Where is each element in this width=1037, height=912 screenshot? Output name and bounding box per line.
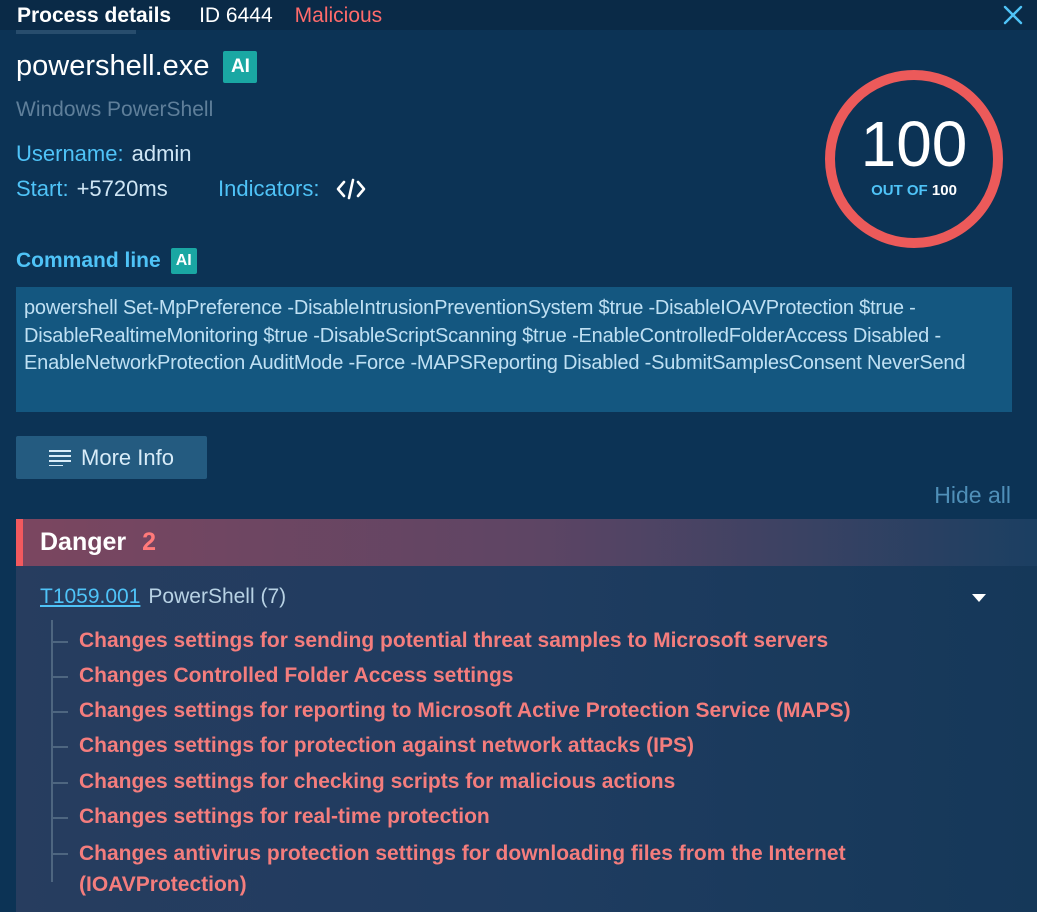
indicator-item[interactable]: Changes settings for protection against … — [51, 731, 1011, 761]
command-line-label: Command line — [16, 249, 161, 272]
tree-branch — [51, 746, 68, 748]
tree-branch — [51, 711, 68, 713]
username-label: Username: — [16, 141, 124, 166]
indicator-text: Changes settings for protection against … — [79, 734, 694, 757]
technique-row: T1059.001 PowerShell (7) — [40, 585, 286, 609]
indicator-text: Changes settings for real-time protectio… — [79, 805, 490, 828]
out-of-label: OUT OF — [871, 181, 928, 199]
tree-branch — [51, 641, 68, 643]
verdict-status: Malicious — [294, 3, 383, 27]
technique-id-link[interactable]: T1059.001 — [40, 585, 140, 609]
tree-branch — [51, 817, 68, 819]
indicators-button[interactable] — [336, 178, 366, 200]
caret-down-icon[interactable] — [972, 594, 986, 602]
scroll-shadow — [16, 30, 136, 34]
command-line-text[interactable]: powershell Set-MpPreference -DisableIntr… — [16, 287, 1012, 412]
start-label: Start: — [16, 176, 69, 201]
username-row: Username: admin — [16, 141, 192, 167]
code-icon — [336, 178, 365, 200]
indicator-text: Changes Controlled Folder Access setting… — [79, 664, 514, 687]
threat-score-max-label: OUT OF 100 — [871, 182, 957, 199]
panel-title: Process details — [17, 3, 172, 27]
start-row: Start: +5720ms — [16, 176, 168, 202]
score-max: 100 — [931, 181, 957, 199]
indicator-item[interactable]: Changes settings for sending potential t… — [51, 626, 1011, 656]
danger-count: 2 — [142, 528, 157, 556]
more-info-label: More Info — [81, 444, 174, 470]
process-id: ID 6444 — [199, 3, 273, 27]
ai-badge-command[interactable]: AI — [170, 248, 197, 274]
process-description: Windows PowerShell — [16, 98, 214, 121]
indicator-text: Changes settings for checking scripts fo… — [79, 770, 676, 793]
indicators-label: Indicators: — [218, 176, 320, 201]
tree-branch — [51, 782, 68, 784]
indicator-item[interactable]: Changes settings for real-time protectio… — [51, 802, 1011, 832]
start-value: +5720ms — [76, 176, 168, 201]
indicator-text: Changes antivirus protection settings fo… — [79, 842, 846, 896]
indicator-item[interactable]: Changes settings for reporting to Micros… — [51, 696, 1011, 726]
indicators-row: Indicators: — [218, 176, 366, 202]
close-icon — [1003, 5, 1023, 25]
ai-badge[interactable]: AI — [223, 50, 258, 83]
danger-section-header[interactable]: Danger 2 — [16, 519, 1037, 566]
indicator-item[interactable]: Changes Controlled Folder Access setting… — [51, 661, 1011, 691]
username-value: admin — [131, 141, 192, 166]
technique-name: PowerShell (7) — [148, 585, 287, 608]
list-icon — [49, 449, 72, 466]
close-button[interactable] — [999, 1, 1027, 29]
title-bar: Process details ID 6444 Malicious — [0, 0, 1037, 30]
tree-branch — [51, 676, 68, 678]
tree-branch — [51, 853, 68, 855]
indicator-item[interactable]: Changes antivirus protection settings fo… — [51, 838, 1011, 900]
indicator-item[interactable]: Changes settings for checking scripts fo… — [51, 767, 1011, 797]
threat-score-value: 100 — [860, 107, 968, 180]
more-info-button[interactable]: More Info — [16, 436, 207, 479]
command-line-heading: Command line AI — [16, 248, 197, 274]
process-name: powershell.exe — [16, 50, 210, 82]
threat-score-ring: 100 OUT OF 100 — [825, 70, 1003, 248]
process-name-row: powershell.exe AI — [16, 50, 258, 83]
indicator-text: Changes settings for reporting to Micros… — [79, 699, 851, 722]
indicator-text: Changes settings for sending potential t… — [79, 629, 829, 652]
hide-all-link[interactable]: Hide all — [934, 482, 1011, 509]
danger-label: Danger — [40, 528, 127, 556]
